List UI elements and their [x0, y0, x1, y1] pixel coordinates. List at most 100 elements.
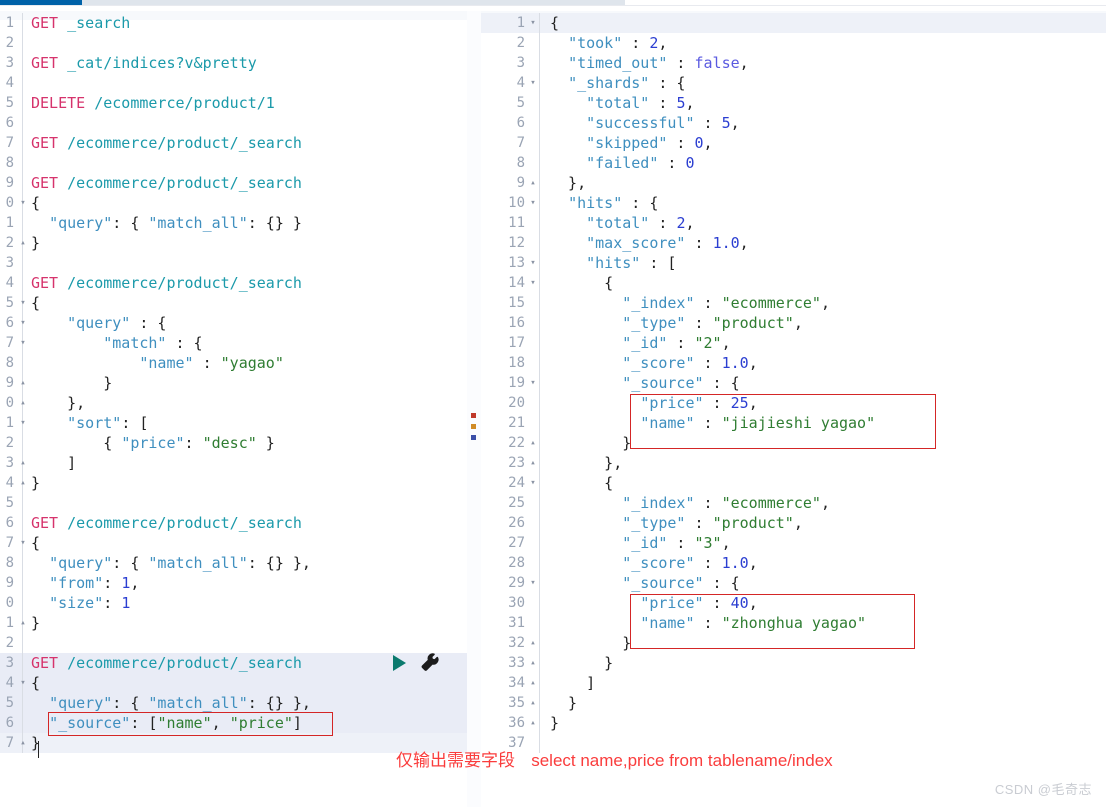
editor-line[interactable]: 6 ▾ "query" : {: [0, 313, 467, 333]
fold-toggle-icon[interactable]: ▾: [18, 333, 28, 353]
fold-toggle-icon[interactable]: ▾: [528, 13, 538, 33]
editor-line[interactable]: 23 ▴ },: [481, 453, 1106, 473]
code-text[interactable]: },: [23, 393, 467, 413]
fold-toggle-icon[interactable]: ▾: [528, 473, 538, 493]
code-text[interactable]: }: [540, 633, 1106, 653]
editor-line[interactable]: 9 GET /ecommerce/product/_search: [0, 173, 467, 193]
editor-line[interactable]: 16 "_type" : "product",: [481, 313, 1106, 333]
editor-line[interactable]: 25 "_index" : "ecommerce",: [481, 493, 1106, 513]
fold-toggle-icon[interactable]: ▾: [18, 313, 28, 333]
editor-line[interactable]: 0 ▴ },: [0, 393, 467, 413]
editor-line[interactable]: 4 ▾ "_shards" : {: [481, 73, 1106, 93]
editor-line[interactable]: 4: [0, 73, 467, 93]
editor-line[interactable]: 33 ▴ }: [481, 653, 1106, 673]
code-text[interactable]: },: [540, 453, 1106, 473]
code-text[interactable]: }: [23, 233, 467, 253]
editor-line[interactable]: 1 GET _search: [0, 13, 467, 33]
editor-line[interactable]: 6 "_source": ["name", "price"]: [0, 713, 467, 733]
code-text[interactable]: {: [23, 293, 467, 313]
editor-line[interactable]: 34 ▴ ]: [481, 673, 1106, 693]
code-text[interactable]: "skipped" : 0,: [540, 133, 1106, 153]
editor-line[interactable]: 27 "_id" : "3",: [481, 533, 1106, 553]
editor-line[interactable]: 9 ▴ }: [0, 373, 467, 393]
fold-toggle-icon[interactable]: ▴: [528, 173, 538, 193]
editor-line[interactable]: 3 ▴ ]: [0, 453, 467, 473]
code-text[interactable]: "name" : "yagao": [23, 353, 467, 373]
code-text[interactable]: GET _search: [23, 13, 467, 33]
code-text[interactable]: }: [540, 433, 1106, 453]
editor-line[interactable]: 14 ▾ {: [481, 273, 1106, 293]
editor-line[interactable]: 10 ▾ "hits" : {: [481, 193, 1106, 213]
fold-toggle-icon[interactable]: ▴: [18, 613, 28, 633]
editor-line[interactable]: 4 ▾{: [0, 673, 467, 693]
code-text[interactable]: "_score" : 1.0,: [540, 353, 1106, 373]
editor-line[interactable]: 6 "successful" : 5,: [481, 113, 1106, 133]
code-text[interactable]: "from": 1,: [23, 573, 467, 593]
editor-line[interactable]: 11 "total" : 2,: [481, 213, 1106, 233]
code-text[interactable]: "_source" : {: [540, 573, 1106, 593]
editor-line[interactable]: 13 ▾ "hits" : [: [481, 253, 1106, 273]
editor-line[interactable]: 12 "max_score" : 1.0,: [481, 233, 1106, 253]
code-text[interactable]: "sort": [: [23, 413, 467, 433]
code-text[interactable]: "successful" : 5,: [540, 113, 1106, 133]
editor-line[interactable]: 26 "_type" : "product",: [481, 513, 1106, 533]
code-text[interactable]: "_type" : "product",: [540, 313, 1106, 333]
fold-toggle-icon[interactable]: ▾: [18, 533, 28, 553]
fold-toggle-icon[interactable]: ▾: [18, 293, 28, 313]
code-text[interactable]: {: [540, 473, 1106, 493]
code-text[interactable]: "_id" : "2",: [540, 333, 1106, 353]
fold-toggle-icon[interactable]: ▾: [528, 193, 538, 213]
fold-toggle-icon[interactable]: ▴: [528, 633, 538, 653]
code-text[interactable]: "match" : {: [23, 333, 467, 353]
editor-line[interactable]: 5 ▾{: [0, 293, 467, 313]
fold-toggle-icon[interactable]: ▾: [528, 253, 538, 273]
code-text[interactable]: "failed" : 0: [540, 153, 1106, 173]
editor-line[interactable]: 1 ▾ "sort": [: [0, 413, 467, 433]
response-pane[interactable]: 1 ▾{2 "took" : 2, 3 "timed_out" : false, 4 ▾…: [481, 11, 1106, 807]
code-text[interactable]: {: [540, 273, 1106, 293]
editor-line[interactable]: 35 ▴ }: [481, 693, 1106, 713]
play-icon[interactable]: [393, 655, 406, 671]
editor-line[interactable]: 31 "name" : "zhonghua yagao": [481, 613, 1106, 633]
code-text[interactable]: GET /ecommerce/product/_search: [23, 273, 467, 293]
editor-line[interactable]: 18 "_score" : 1.0,: [481, 353, 1106, 373]
editor-line[interactable]: 3: [0, 253, 467, 273]
editor-line[interactable]: 6: [0, 113, 467, 133]
code-text[interactable]: ]: [23, 453, 467, 473]
code-text[interactable]: }: [540, 653, 1106, 673]
fold-toggle-icon[interactable]: ▴: [18, 393, 28, 413]
fold-toggle-icon[interactable]: ▾: [18, 673, 28, 693]
code-text[interactable]: },: [540, 173, 1106, 193]
editor-line[interactable]: 29 ▾ "_source" : {: [481, 573, 1106, 593]
code-text[interactable]: "query": { "match_all": {} },: [23, 553, 467, 573]
editor-line[interactable]: 21 "name" : "jiajieshi yagao": [481, 413, 1106, 433]
code-text[interactable]: "total" : 5,: [540, 93, 1106, 113]
editor-line[interactable]: 8 "query": { "match_all": {} },: [0, 553, 467, 573]
code-text[interactable]: GET /ecommerce/product/_search: [23, 133, 467, 153]
editor-line[interactable]: 17 "_id" : "2",: [481, 333, 1106, 353]
editor-line[interactable]: 2 { "price": "desc" }: [0, 433, 467, 453]
editor-line[interactable]: 0 "size": 1: [0, 593, 467, 613]
code-text[interactable]: "took" : 2,: [540, 33, 1106, 53]
editor-line[interactable]: 32 ▴ }: [481, 633, 1106, 653]
code-text[interactable]: ]: [540, 673, 1106, 693]
editor-line[interactable]: 20 "price" : 25,: [481, 393, 1106, 413]
code-text[interactable]: "_source": ["name", "price"]: [23, 713, 467, 733]
editor-line[interactable]: 5: [0, 493, 467, 513]
editor-line[interactable]: 4 ▴}: [0, 473, 467, 493]
code-text[interactable]: "hits" : [: [540, 253, 1106, 273]
editor-line[interactable]: 8 "failed" : 0: [481, 153, 1106, 173]
code-text[interactable]: "hits" : {: [540, 193, 1106, 213]
pane-divider[interactable]: [467, 11, 481, 807]
code-text[interactable]: {: [23, 673, 467, 693]
fold-toggle-icon[interactable]: ▴: [18, 473, 28, 493]
fold-toggle-icon[interactable]: ▾: [18, 193, 28, 213]
request-editor[interactable]: 1 GET _search 2 3 GET _cat/indices?v&pretty 4…: [0, 11, 467, 753]
code-text[interactable]: GET _cat/indices?v&pretty: [23, 53, 467, 73]
editor-line[interactable]: 3 "timed_out" : false,: [481, 53, 1106, 73]
fold-toggle-icon[interactable]: ▴: [528, 673, 538, 693]
code-text[interactable]: GET /ecommerce/product/_search: [23, 513, 467, 533]
drag-handle-dots-icon[interactable]: [471, 413, 476, 440]
editor-line[interactable]: 5 "query": { "match_all": {} },: [0, 693, 467, 713]
code-text[interactable]: "query" : {: [23, 313, 467, 333]
